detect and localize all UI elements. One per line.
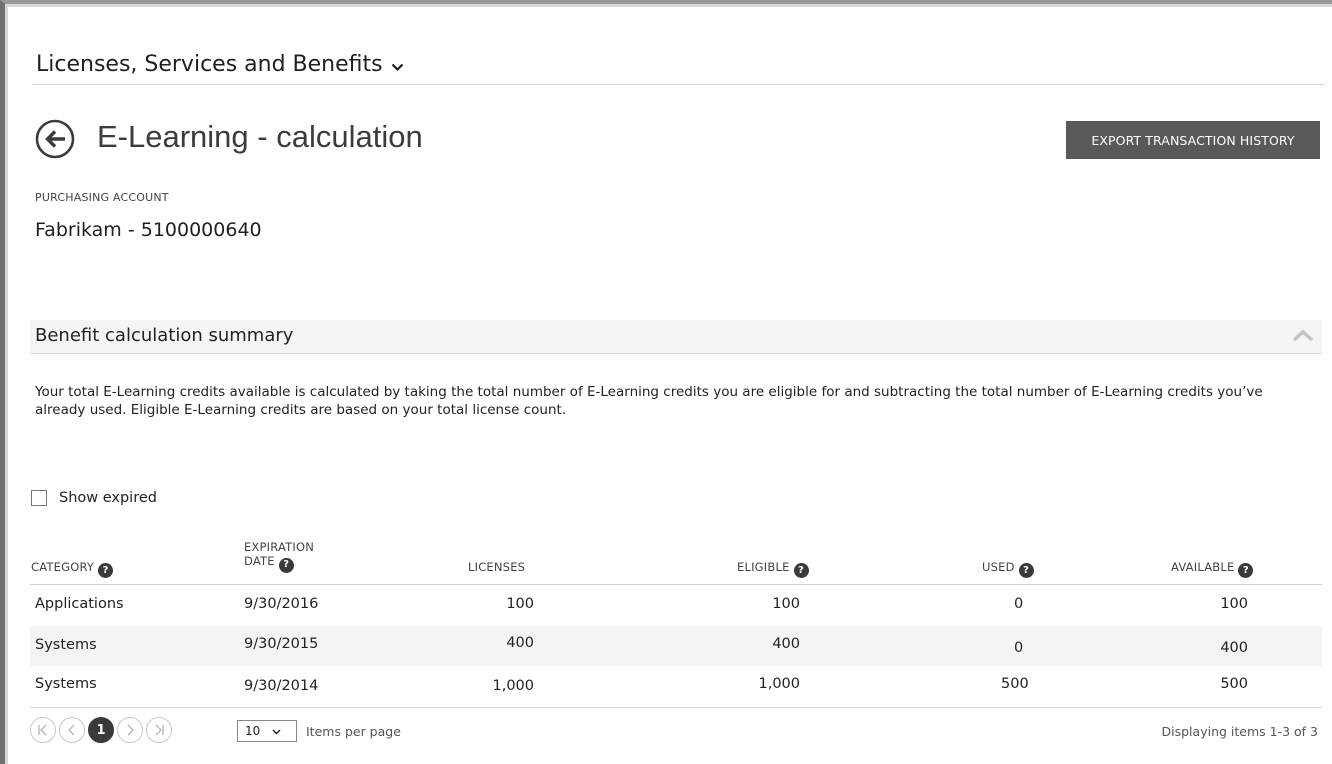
column-header-expiration: EXPIRATION DATE? [244, 540, 314, 573]
header-label: DATE [244, 554, 275, 568]
next-page-button[interactable] [117, 717, 143, 743]
page-size-select[interactable]: 10 [237, 720, 297, 742]
chevron-left-icon [68, 724, 75, 736]
cell-available: 100 [1220, 596, 1248, 612]
help-icon[interactable]: ? [98, 563, 114, 578]
table-row: Systems 9/30/2015 400 400 0 400 [30, 626, 1322, 666]
page-size-value: 10 [245, 724, 261, 738]
cell-category: Systems [35, 637, 97, 653]
show-expired-toggle[interactable]: Show expired [31, 490, 157, 506]
column-header-eligible: ELIGIBLE? [737, 560, 809, 578]
summary-header[interactable]: Benefit calculation summary [30, 320, 1322, 354]
display-count-text: Displaying items 1-3 of 3 [1161, 724, 1318, 739]
cell-category: Applications [35, 596, 124, 612]
cell-available: 400 [1220, 640, 1248, 656]
header-divider [32, 84, 1324, 85]
header-label: AVAILABLE [1171, 560, 1235, 574]
cell-category: Systems [35, 676, 97, 692]
cell-expiration: 9/30/2015 [244, 636, 319, 652]
column-header-used: USED? [982, 560, 1034, 578]
cell-expiration: 9/30/2016 [244, 596, 319, 612]
column-header-licenses: LICENSES [468, 560, 525, 574]
purchasing-account-label: PURCHASING ACCOUNT [35, 191, 169, 204]
cell-licenses: 100 [506, 596, 534, 612]
chevron-down-icon [272, 724, 281, 738]
header-label: USED [982, 560, 1015, 574]
header-label: EXPIRATION [244, 540, 315, 554]
help-icon[interactable]: ? [1018, 563, 1034, 578]
cell-eligible: 400 [772, 636, 800, 652]
first-page-icon [38, 724, 47, 736]
chevron-down-icon [391, 58, 404, 76]
items-per-page-label: Items per page [306, 724, 401, 739]
summary-title: Benefit calculation summary [35, 325, 294, 346]
cell-eligible: 1,000 [758, 676, 800, 692]
help-icon[interactable]: ? [278, 557, 294, 573]
help-icon[interactable]: ? [793, 563, 809, 578]
cell-available: 500 [1220, 676, 1248, 692]
cell-used: 500 [1001, 676, 1029, 692]
export-transaction-history-button[interactable]: EXPORT TRANSACTION HISTORY [1066, 121, 1320, 159]
last-page-icon [155, 724, 164, 736]
first-page-button[interactable] [30, 717, 56, 743]
cell-expiration: 9/30/2014 [244, 678, 319, 694]
cell-used: 0 [1014, 596, 1024, 612]
column-header-category: CATEGORY? [31, 560, 114, 578]
cell-licenses: 400 [506, 635, 534, 651]
section-dropdown[interactable]: Licenses, Services and Benefits [36, 52, 404, 77]
table-bottom-divider [30, 707, 1322, 708]
table-row: Systems 9/30/2014 1,000 1,000 500 500 [30, 666, 1322, 706]
section-title: Licenses, Services and Benefits [36, 52, 383, 77]
pagination-controls: 1 [30, 717, 172, 743]
summary-description: Your total E-Learning credits available … [35, 384, 1263, 418]
table-row: Applications 9/30/2016 100 100 0 100 [30, 585, 1322, 625]
header-label: CATEGORY [31, 560, 95, 574]
cell-licenses: 1,000 [492, 678, 534, 694]
chevron-right-icon [127, 724, 134, 736]
page-number-button[interactable]: 1 [88, 717, 114, 743]
back-button[interactable] [35, 119, 75, 159]
header-label: ELIGIBLE [737, 560, 790, 574]
last-page-button[interactable] [146, 717, 172, 743]
previous-page-button[interactable] [59, 717, 85, 743]
back-arrow-icon [35, 119, 75, 159]
chevron-up-icon[interactable] [1292, 328, 1314, 344]
column-header-available: AVAILABLE? [1171, 560, 1254, 578]
page-title: E-Learning - calculation [97, 119, 423, 154]
show-expired-checkbox[interactable] [31, 490, 47, 506]
header-label: LICENSES [468, 560, 526, 574]
show-expired-label: Show expired [59, 490, 157, 506]
help-icon[interactable]: ? [1238, 563, 1254, 578]
cell-used: 0 [1014, 640, 1024, 656]
cell-eligible: 100 [772, 596, 800, 612]
purchasing-account-value: Fabrikam - 5100000640 [35, 219, 262, 241]
